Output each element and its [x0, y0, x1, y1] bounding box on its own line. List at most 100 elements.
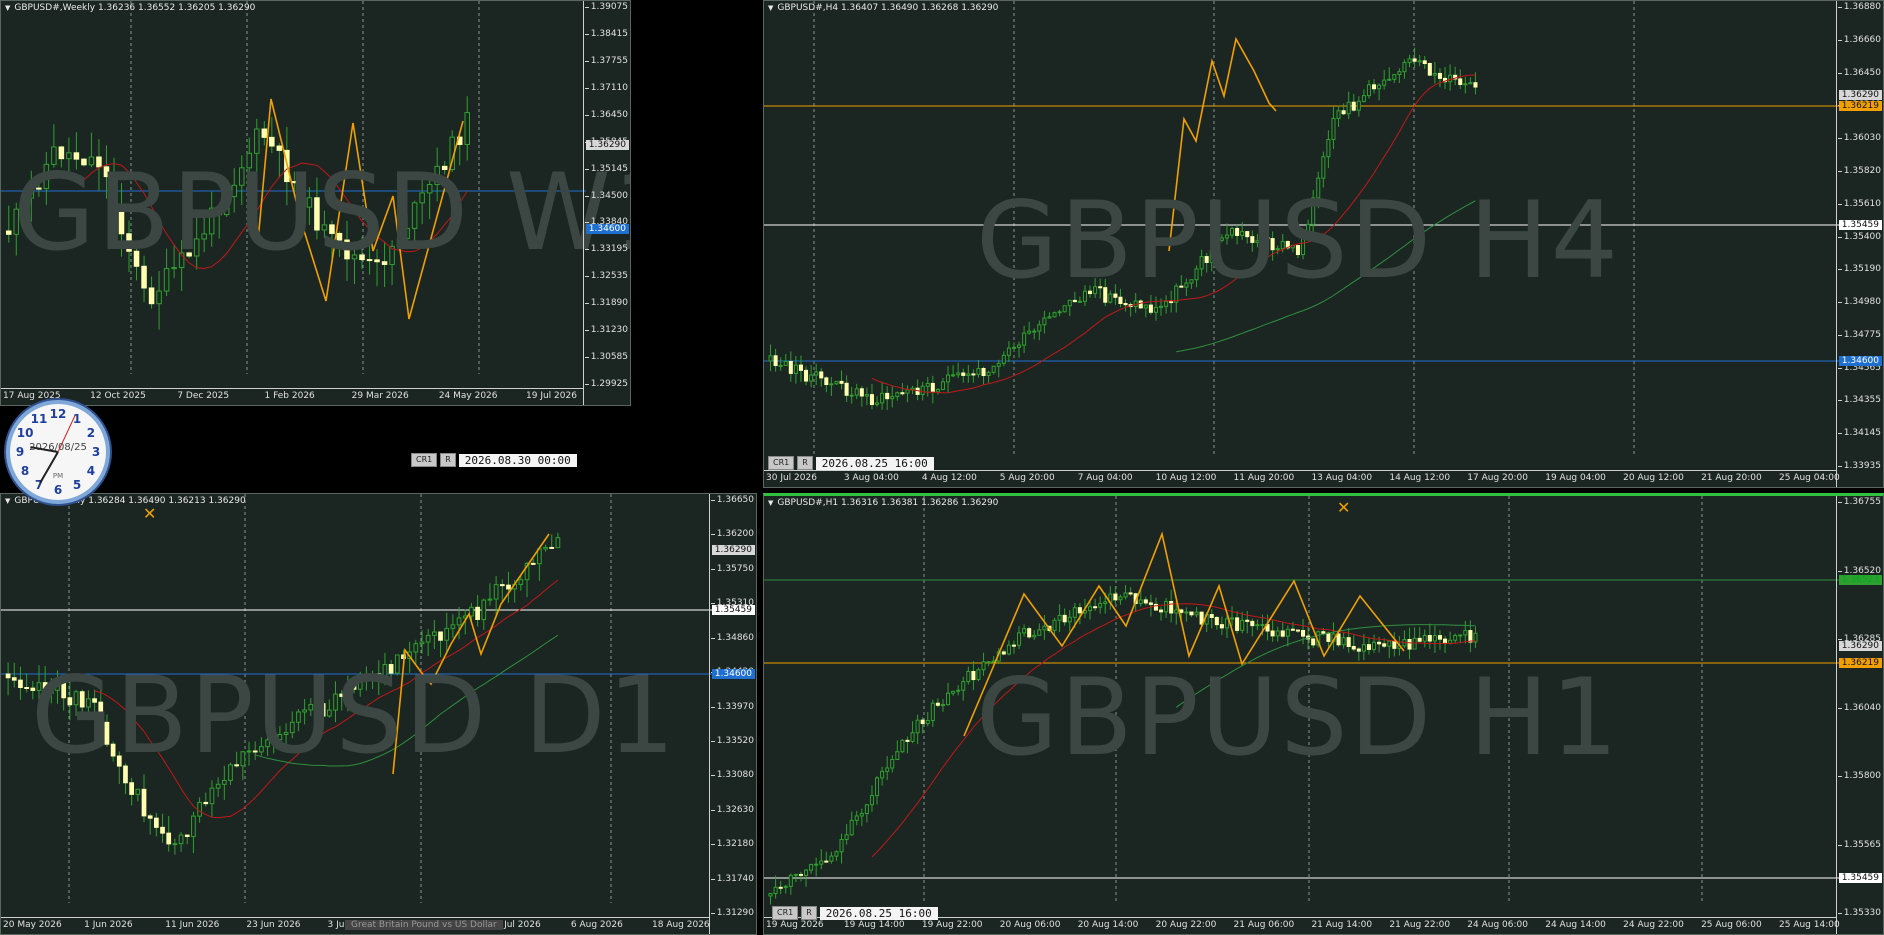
candle-body	[88, 156, 95, 166]
candle-body	[276, 145, 283, 151]
candle-body	[1224, 234, 1229, 239]
candle-body	[48, 689, 54, 694]
candle-body	[86, 698, 91, 708]
candle-body	[956, 689, 961, 692]
price-tick-label: 1.35820	[1837, 165, 1881, 176]
candle-body	[81, 158, 87, 166]
candle-body	[234, 764, 240, 767]
candle-body	[859, 388, 864, 397]
sync-date-field[interactable]: 2026.08.25 16:00	[819, 906, 938, 920]
candle-body	[1458, 634, 1463, 637]
candle-body	[193, 238, 200, 257]
time-tick-label: 5 Aug 20:00	[999, 473, 1055, 483]
candle-body	[201, 233, 207, 240]
candle-body	[116, 755, 122, 767]
candle-body	[814, 863, 819, 866]
candle-body	[58, 146, 65, 160]
candle-body	[36, 682, 42, 691]
dropdown-arrow-icon[interactable]: ▼	[5, 497, 10, 505]
candle-body	[1017, 344, 1022, 348]
chart-plot-h1[interactable]	[764, 496, 1839, 919]
candle-body	[73, 691, 79, 706]
candle-body	[1037, 629, 1042, 636]
candle-body	[289, 721, 295, 734]
candle-body	[1006, 347, 1011, 356]
cr1-button[interactable]: CR1	[768, 456, 795, 470]
time-tick-label: 24 Aug 14:00	[1545, 920, 1606, 930]
candle-body	[890, 395, 895, 400]
price-tick-label: 1.34355	[1837, 395, 1881, 406]
candle-body	[829, 855, 834, 862]
candle-body	[126, 233, 132, 252]
candle-body	[1219, 624, 1224, 629]
time-axis[interactable]: 30 Jul 2026 3 Aug 04:00 4 Aug 12:00 5 Aug 2…	[764, 470, 1840, 487]
candle-body	[1077, 607, 1082, 614]
candle-body	[773, 886, 778, 895]
candle-body	[36, 187, 42, 190]
candle-body	[925, 382, 930, 387]
price-tick-label: 1.36520	[1837, 565, 1881, 576]
candle-body	[839, 380, 844, 384]
chart-plot-w1[interactable]	[1, 1, 586, 390]
price-tick-label: 1.33520	[710, 735, 754, 746]
price-tick-label: 1.39075	[584, 2, 628, 12]
candle-body	[1397, 71, 1402, 76]
candle-body	[18, 679, 23, 689]
candle-body	[824, 377, 829, 386]
price-tick-label: 1.31230	[584, 325, 628, 336]
reset-button[interactable]: R	[797, 456, 813, 470]
price-scale[interactable]: 1.366501.362001.357501.353101.348601.344…	[709, 494, 756, 934]
price-tick-label: 1.34860	[710, 632, 754, 643]
candle-body	[1159, 609, 1164, 613]
price-tick-label: 1.33935	[1837, 461, 1881, 471]
candle-body	[291, 181, 298, 184]
candle-body	[178, 834, 184, 845]
candle-body	[1366, 84, 1371, 97]
dropdown-arrow-icon[interactable]: ▼	[5, 4, 10, 12]
candle-body	[441, 165, 448, 170]
chart-plot-d1[interactable]	[1, 494, 712, 919]
candle-body	[783, 885, 788, 889]
dropdown-arrow-icon[interactable]: ▼	[768, 4, 773, 12]
candle-body	[67, 697, 73, 706]
candle-body	[1270, 238, 1275, 251]
candle-body	[163, 268, 170, 292]
chart-window-d1[interactable]: GBPUSD D1 ▼ GBPUSD#,Daily 1.36284 1.36490…	[0, 493, 757, 935]
time-axis[interactable]: 17 Aug 2025 12 Oct 2025 7 Dec 2025 1 Feb 20…	[1, 388, 584, 405]
price-scale[interactable]: 1.390751.384151.377551.371101.364501.358…	[583, 1, 630, 405]
candle-body	[160, 826, 165, 834]
time-tick-label: 12 Oct 2025	[90, 391, 146, 401]
price-scale[interactable]: 1.368801.366601.364501.362401.360301.358…	[1836, 1, 1883, 487]
current-price-tag: 1.36290	[711, 545, 755, 555]
dropdown-arrow-icon[interactable]: ▼	[768, 499, 773, 507]
candle-body	[103, 166, 110, 178]
horizontal-line-tag-green: 1.36523	[1838, 575, 1882, 585]
candle-body	[1143, 599, 1148, 604]
chart-window-h1[interactable]: GBPUSD H1 ▼ GBPUSD#,H1 1.36316 1.36381 1.…	[763, 493, 1884, 935]
candle-body	[1148, 602, 1153, 605]
cr1-button[interactable]: CR1	[411, 453, 438, 467]
reset-button[interactable]: R	[440, 453, 456, 467]
chart-plot-h4[interactable]	[764, 1, 1839, 472]
candle-body	[844, 382, 849, 396]
candle-body	[6, 230, 12, 235]
chart-window-h4[interactable]: GBPUSD H4 ▼ GBPUSD#,H4 1.36407 1.36490 1.…	[763, 0, 1884, 488]
price-tick-label: 1.35330	[1837, 908, 1881, 918]
horizontal-line-tag-blue: 1.34600	[1838, 356, 1882, 366]
price-scale[interactable]: 1.36755 1.36520 1.36285 1.36040 1.35800 1.355…	[1836, 496, 1883, 934]
candle-body	[223, 196, 230, 216]
candle-body	[499, 584, 505, 587]
candle-body	[1098, 286, 1103, 289]
chart-window-w1[interactable]: GBPUSD W1 ▼ GBPUSD#,Weekly 1.36236 1.3655…	[0, 0, 631, 406]
reset-button[interactable]: R	[801, 906, 817, 920]
candle-body	[228, 764, 233, 781]
sync-date-field[interactable]: 2026.08.25 16:00	[815, 456, 934, 470]
sync-date-field[interactable]: 2026.08.30 00:00	[458, 453, 577, 467]
candle-body	[308, 703, 314, 711]
cr1-button[interactable]: CR1	[772, 906, 799, 920]
candle-body	[1321, 631, 1326, 634]
candle-body	[1179, 609, 1184, 613]
time-tick-label: 25 Aug 04:00	[1779, 473, 1840, 483]
candle-body	[1316, 177, 1321, 199]
candle-body	[1128, 592, 1133, 595]
